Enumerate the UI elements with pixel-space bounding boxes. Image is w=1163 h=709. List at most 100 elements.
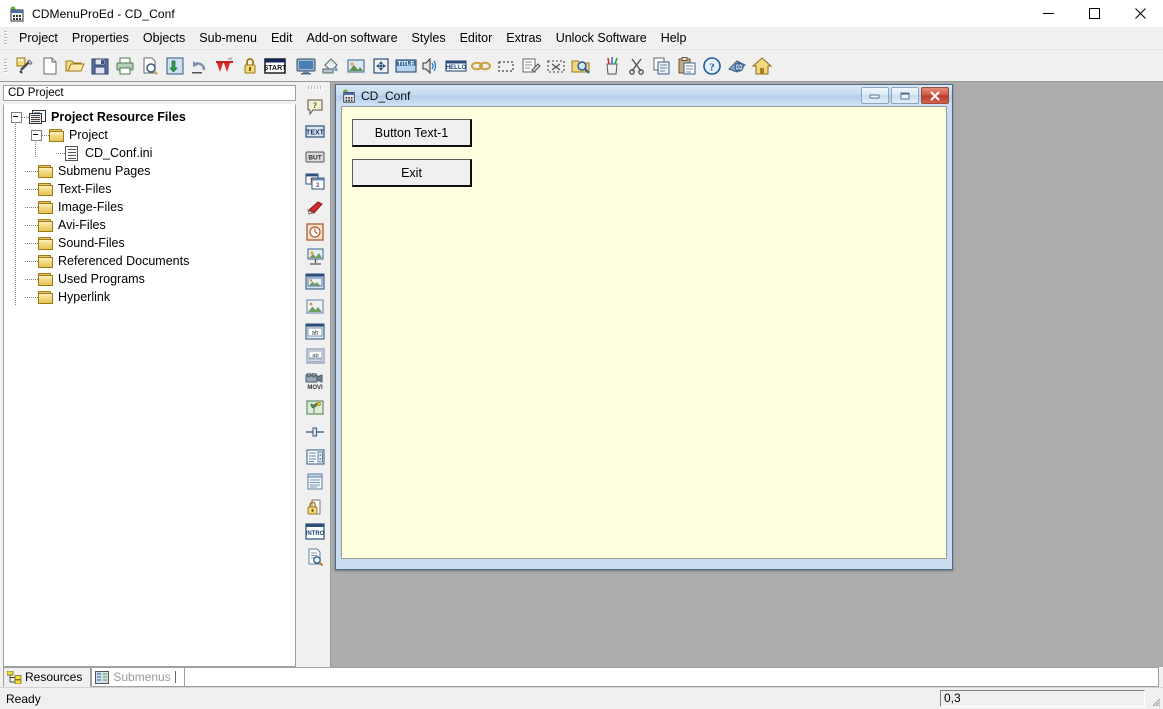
web-globe-icon[interactable] [724, 53, 749, 79]
button-object-icon[interactable]: BUT [302, 144, 328, 169]
menu-item-properties[interactable]: Properties [65, 29, 136, 47]
help-question-icon[interactable]: ? [699, 53, 724, 79]
close-button[interactable] [1117, 0, 1163, 27]
presentation-icon[interactable] [302, 244, 328, 269]
tree-node-project[interactable]: Project [4, 126, 295, 144]
selection-box-icon[interactable] [493, 53, 518, 79]
form-design-canvas[interactable]: Button Text-1 Exit [341, 106, 947, 559]
text-caret [175, 671, 176, 683]
red-horn-icon[interactable] [302, 194, 328, 219]
expander-minus-icon[interactable] [11, 112, 22, 123]
title-banner-icon[interactable]: TITLE [393, 53, 418, 79]
tree-node-image-files[interactable]: Image-Files [4, 198, 295, 216]
project-root-icon [29, 110, 47, 125]
tree-node-submenu-pages[interactable]: Submenu Pages [4, 162, 295, 180]
scissors-cut-icon[interactable] [624, 53, 649, 79]
folder-icon [38, 291, 54, 304]
separator-line-icon[interactable] [302, 419, 328, 444]
cut-region-icon[interactable] [543, 53, 568, 79]
minimize-button[interactable] [1025, 0, 1071, 27]
tab-submenus[interactable]: Submenus [91, 667, 184, 687]
document-lines-icon[interactable] [302, 469, 328, 494]
tab-resources[interactable]: Resources [3, 667, 91, 687]
menu-item-help[interactable]: Help [654, 29, 694, 47]
expander-minus-icon[interactable] [31, 130, 42, 141]
new-project-wand-icon[interactable] [12, 53, 37, 79]
sound-speaker-icon[interactable] [418, 53, 443, 79]
picture-icon[interactable] [343, 53, 368, 79]
toolbar-gripper[interactable] [2, 58, 10, 74]
tree-node-avi-files[interactable]: Avi-Files [4, 216, 295, 234]
tree-node-project-resource-files[interactable]: Project Resource Files [4, 108, 295, 126]
resize-grip[interactable] [1148, 694, 1161, 707]
paste-icon[interactable] [674, 53, 699, 79]
tree-node-label: Used Programs [58, 272, 145, 286]
link-chain-icon[interactable] [468, 53, 493, 79]
menu-item-project[interactable]: Project [12, 29, 65, 47]
menu-item-sub-menu[interactable]: Sub-menu [192, 29, 264, 47]
copy-icon[interactable] [649, 53, 674, 79]
undo-icon[interactable] [187, 53, 212, 79]
search-folder-icon[interactable] [568, 53, 593, 79]
fill-color-icon[interactable] [318, 53, 343, 79]
status-coordinates: 0,3 [940, 690, 1145, 707]
svg-text:ab: ab [312, 331, 319, 337]
menu-item-add-on-software[interactable]: Add-on software [300, 29, 405, 47]
text-object-icon[interactable]: TEXT [302, 119, 328, 144]
child-window-title-bar[interactable]: CD_Conf [336, 85, 952, 106]
menu-gripper[interactable] [2, 30, 10, 46]
monitor-icon[interactable] [293, 53, 318, 79]
delete-red-icon[interactable] [212, 53, 237, 79]
home-icon[interactable] [749, 53, 774, 79]
menu-item-editor[interactable]: Editor [453, 29, 500, 47]
open-folder-icon[interactable] [62, 53, 87, 79]
tree-node-text-files[interactable]: Text-Files [4, 180, 295, 198]
print-icon[interactable] [112, 53, 137, 79]
media-clock-icon[interactable] [302, 219, 328, 244]
maximize-button[interactable] [1071, 0, 1117, 27]
list-box-icon[interactable]: ab [302, 319, 328, 344]
child-window-title: CD_Conf [361, 89, 410, 103]
panel-tab-strip: Resources Submenus [0, 667, 1163, 687]
resource-tree[interactable]: Project Resource Files Project CD_Conf.i… [3, 104, 296, 667]
document-search-icon[interactable] [302, 544, 328, 569]
vertical-toolbar-gripper[interactable] [307, 84, 323, 92]
intro-window-icon[interactable]: INTRO [302, 519, 328, 544]
lock-page-icon[interactable] [302, 494, 328, 519]
movie-camera-icon[interactable]: MOVI [302, 369, 328, 394]
picture-small-icon[interactable] [302, 294, 328, 319]
folder-icon [38, 255, 54, 268]
properties-page-icon[interactable] [518, 53, 543, 79]
help-balloon-icon[interactable]: ? [302, 94, 328, 119]
menu-item-styles[interactable]: Styles [405, 29, 453, 47]
hello-label-icon[interactable]: HELLO [443, 53, 468, 79]
child-close-button[interactable] [921, 87, 949, 104]
image-frame-icon[interactable] [302, 269, 328, 294]
status-message: Ready [6, 692, 41, 706]
menu-item-unlock-software[interactable]: Unlock Software [549, 29, 654, 47]
form-button-exit[interactable]: Exit [352, 159, 472, 187]
tree-node-sound-files[interactable]: Sound-Files [4, 234, 295, 252]
child-restore-button[interactable] [891, 87, 919, 104]
menu-item-extras[interactable]: Extras [499, 29, 548, 47]
tree-node-hyperlink[interactable]: Hyperlink [4, 288, 295, 306]
spin-list-icon[interactable] [302, 444, 328, 469]
child-minimize-button[interactable] [861, 87, 889, 104]
menu-item-edit[interactable]: Edit [264, 29, 300, 47]
form-button-button-text-1[interactable]: Button Text-1 [352, 119, 472, 147]
save-disk-icon[interactable] [87, 53, 112, 79]
tree-node-cd-conf-ini[interactable]: CD_Conf.ini [4, 144, 295, 162]
menu-item-objects[interactable]: Objects [136, 29, 192, 47]
start-window-icon[interactable]: START [262, 53, 287, 79]
new-file-icon[interactable] [37, 53, 62, 79]
pen-cup-icon[interactable] [599, 53, 624, 79]
move-arrows-icon[interactable] [368, 53, 393, 79]
tree-node-used-programs[interactable]: Used Programs [4, 270, 295, 288]
tree-node-referenced-documents[interactable]: Referenced Documents [4, 252, 295, 270]
list-box-2-icon[interactable]: ab [302, 344, 328, 369]
lock-icon[interactable] [237, 53, 262, 79]
refresh-sync-icon[interactable] [162, 53, 187, 79]
plant-icon[interactable] [302, 394, 328, 419]
print-preview-icon[interactable] [137, 53, 162, 79]
pages-1-2-icon[interactable]: 1 2 [302, 169, 328, 194]
